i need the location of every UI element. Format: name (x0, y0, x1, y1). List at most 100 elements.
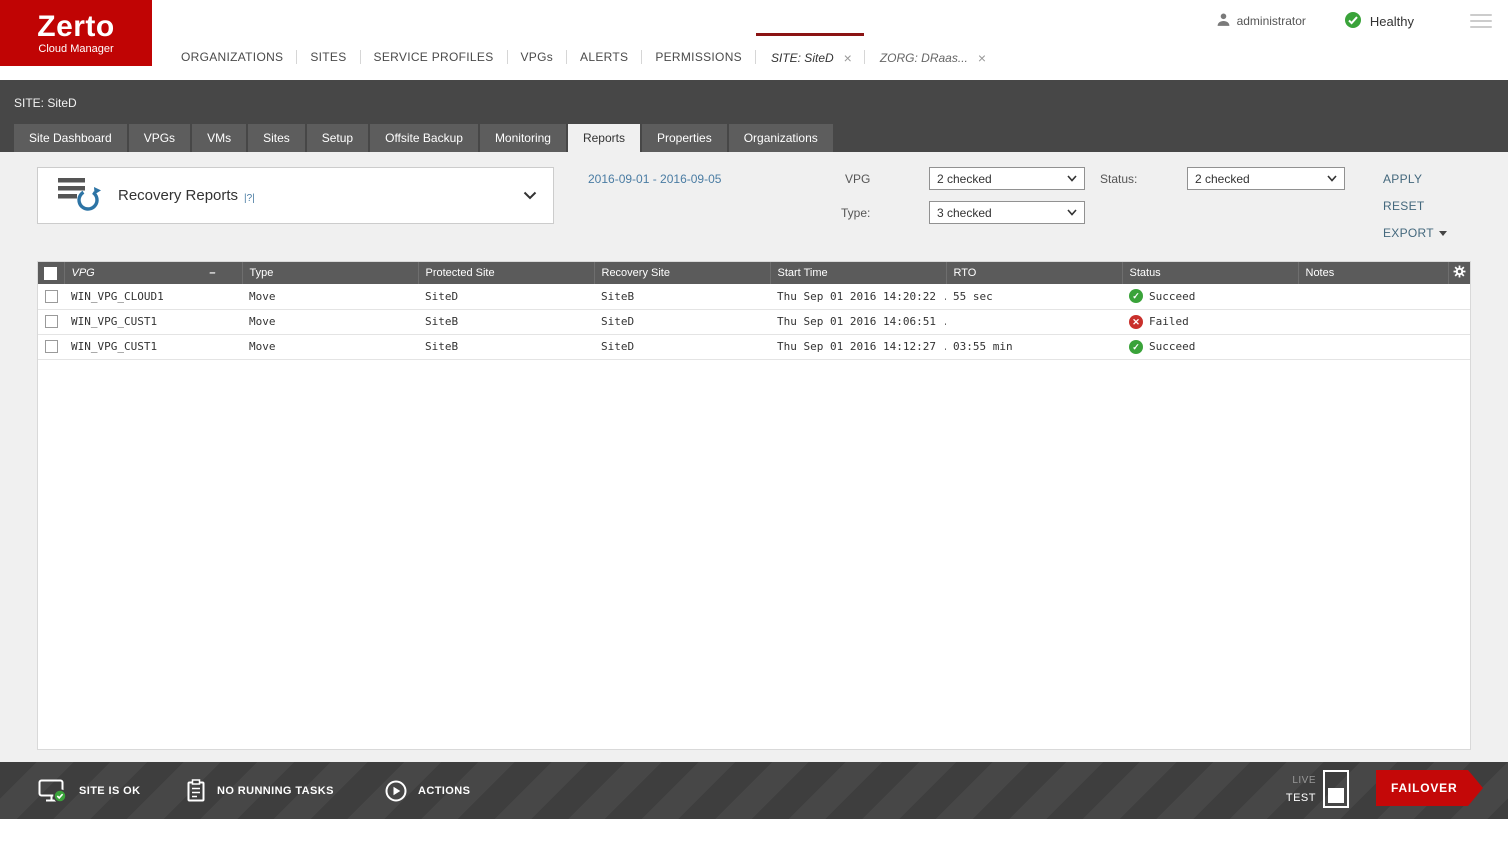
report-icon (56, 174, 102, 217)
brand-name: Zerto (37, 9, 115, 43)
vpg-filter-dropdown[interactable]: 2 checked (929, 167, 1085, 190)
report-type-selector[interactable]: Recovery Reports |?| (37, 167, 554, 224)
status-filter-dropdown[interactable]: 2 checked (1187, 167, 1345, 190)
doc-tab-label: ZORG: DRaas... (879, 51, 968, 65)
page-title: SITE: SiteD (14, 96, 77, 110)
column-header-recovery-site[interactable]: Recovery Site (593, 262, 770, 284)
cell-recovery-site: SiteD (594, 334, 770, 360)
column-header-status[interactable]: Status (1121, 262, 1298, 284)
date-range-link[interactable]: 2016-09-01 - 2016-09-05 (588, 172, 721, 186)
site-status-label: SITE IS OK (79, 784, 141, 797)
tab-setup[interactable]: Setup (306, 124, 369, 152)
tab-bar: Site Dashboard VPGs VMs Sites Setup Offs… (14, 124, 835, 152)
doc-tab-site-sited[interactable]: SITE: SiteD × (755, 33, 864, 80)
reports-table-panel: VPG – Type Protected Site Recovery Site S… (37, 261, 1471, 750)
column-header-type[interactable]: Type (241, 262, 418, 284)
chevron-down-icon (1327, 175, 1337, 182)
tab-offsite-backup[interactable]: Offsite Backup (370, 124, 478, 152)
failover-button[interactable]: FAILOVER (1376, 770, 1483, 806)
running-tasks-item[interactable]: NO RUNNING TASKS (186, 762, 334, 819)
cell-recovery-site: SiteB (594, 284, 770, 310)
cell-rto: 03:55 min (946, 334, 1122, 360)
monitor-check-icon (38, 779, 67, 803)
close-icon[interactable]: × (978, 51, 986, 65)
column-header-notes[interactable]: Notes (1297, 262, 1448, 284)
type-filter-dropdown[interactable]: 3 checked (929, 201, 1085, 224)
live-test-toggle: LIVE TEST (1286, 770, 1349, 808)
failure-icon: ✕ (1129, 314, 1143, 329)
nav-vpgs[interactable]: VPGs (508, 50, 567, 64)
export-label: EXPORT (1383, 226, 1434, 240)
top-bar: Zerto Cloud Manager ORGANIZATIONS SITES … (0, 0, 1508, 80)
row-checkbox[interactable] (44, 289, 58, 303)
brand-subtitle: Cloud Manager (38, 42, 114, 55)
clipboard-icon (187, 778, 205, 801)
user-menu[interactable]: administrator (1216, 12, 1306, 30)
health-indicator[interactable]: Healthy (1344, 11, 1414, 32)
success-icon: ✓ (1129, 289, 1143, 304)
cell-status: ✓ Succeed (1122, 334, 1298, 360)
nav-service-profiles[interactable]: SERVICE PROFILES (361, 50, 507, 64)
cell-recovery-site: SiteD (594, 309, 770, 335)
nav-permissions[interactable]: PERMISSIONS (642, 50, 755, 64)
site-header: SITE: SiteD Site Dashboard VPGs VMs Site… (0, 80, 1508, 152)
tab-site-dashboard[interactable]: Site Dashboard (14, 124, 127, 152)
doc-tab-zorg-draas[interactable]: ZORG: DRaas... × (865, 33, 998, 80)
tab-vms[interactable]: VMs (192, 124, 247, 152)
row-checkbox[interactable] (44, 340, 58, 353)
column-header-start-time[interactable]: Start Time (769, 262, 946, 284)
tab-properties[interactable]: Properties (642, 124, 727, 152)
table-header-row: VPG – Type Protected Site Recovery Site S… (38, 262, 1470, 284)
type-filter-value: 3 checked (937, 205, 992, 220)
row-checkbox[interactable] (44, 315, 58, 328)
select-all-checkbox[interactable] (44, 266, 58, 280)
table-row[interactable]: WIN_VPG_CUST1 Move SiteB SiteD Thu Sep 0… (38, 334, 1470, 360)
tab-organizations[interactable]: Organizations (728, 124, 833, 152)
tab-vpgs[interactable]: VPGs (128, 124, 191, 152)
table-row[interactable]: WIN_VPG_CLOUD1 Move SiteD SiteB Thu Sep … (38, 284, 1470, 310)
cell-notes (1298, 309, 1448, 335)
actions-menu[interactable]: ACTIONS (385, 762, 470, 819)
toggle-knob[interactable] (1328, 788, 1344, 803)
nav-alerts[interactable]: ALERTS (567, 50, 641, 64)
chevron-down-icon (1067, 175, 1077, 182)
content-area: Recovery Reports |?| 2016-09-01 - 2016-0… (0, 152, 1508, 762)
zerto-logo: Zerto Cloud Manager (0, 0, 152, 66)
cell-notes (1298, 334, 1448, 360)
cell-type: Move (242, 284, 418, 310)
nav-organizations[interactable]: ORGANIZATIONS (168, 50, 296, 64)
report-help-marker[interactable]: |?| (244, 193, 255, 204)
apply-button[interactable]: APPLY (1383, 172, 1422, 186)
tab-monitoring[interactable]: Monitoring (479, 124, 566, 152)
tasks-status-label: NO RUNNING TASKS (217, 784, 334, 797)
column-settings-button[interactable] (1447, 262, 1470, 284)
cell-status: ✕ Failed (1122, 309, 1298, 335)
close-icon[interactable]: × (844, 51, 852, 65)
top-navigation: ORGANIZATIONS SITES SERVICE PROFILES VPG… (168, 33, 998, 80)
export-button[interactable]: EXPORT (1383, 226, 1447, 240)
reset-button[interactable]: RESET (1383, 199, 1425, 213)
live-test-switch[interactable] (1323, 770, 1349, 808)
cell-protected-site: SiteB (418, 334, 594, 360)
column-header-rto[interactable]: RTO (945, 262, 1122, 284)
sort-indicator-icon[interactable]: – (209, 267, 215, 279)
user-area: administrator Healthy (1216, 10, 1494, 32)
table-row[interactable]: WIN_VPG_CUST1 Move SiteB SiteD Thu Sep 0… (38, 309, 1470, 335)
cell-vpg: WIN_VPG_CUST1 (64, 334, 242, 360)
nav-sites[interactable]: SITES (297, 50, 359, 64)
cell-notes (1298, 284, 1448, 310)
cell-vpg: WIN_VPG_CUST1 (64, 309, 242, 335)
reports-table: VPG – Type Protected Site Recovery Site S… (38, 262, 1470, 360)
tab-reports[interactable]: Reports (567, 124, 640, 152)
play-circle-icon (385, 780, 407, 801)
cell-protected-site: SiteB (418, 309, 594, 335)
tab-sites[interactable]: Sites (248, 124, 305, 152)
doc-tab-label: SITE: SiteD (770, 51, 834, 65)
success-icon: ✓ (1129, 339, 1143, 354)
column-header-protected-site[interactable]: Protected Site (417, 262, 594, 284)
status-filter-label: Status: (1100, 172, 1138, 186)
site-status-item[interactable]: SITE IS OK (38, 762, 140, 819)
hamburger-menu-icon[interactable] (1468, 10, 1494, 32)
column-header-vpg[interactable]: VPG – (63, 262, 242, 284)
cell-status: ✓ Succeed (1122, 284, 1298, 310)
